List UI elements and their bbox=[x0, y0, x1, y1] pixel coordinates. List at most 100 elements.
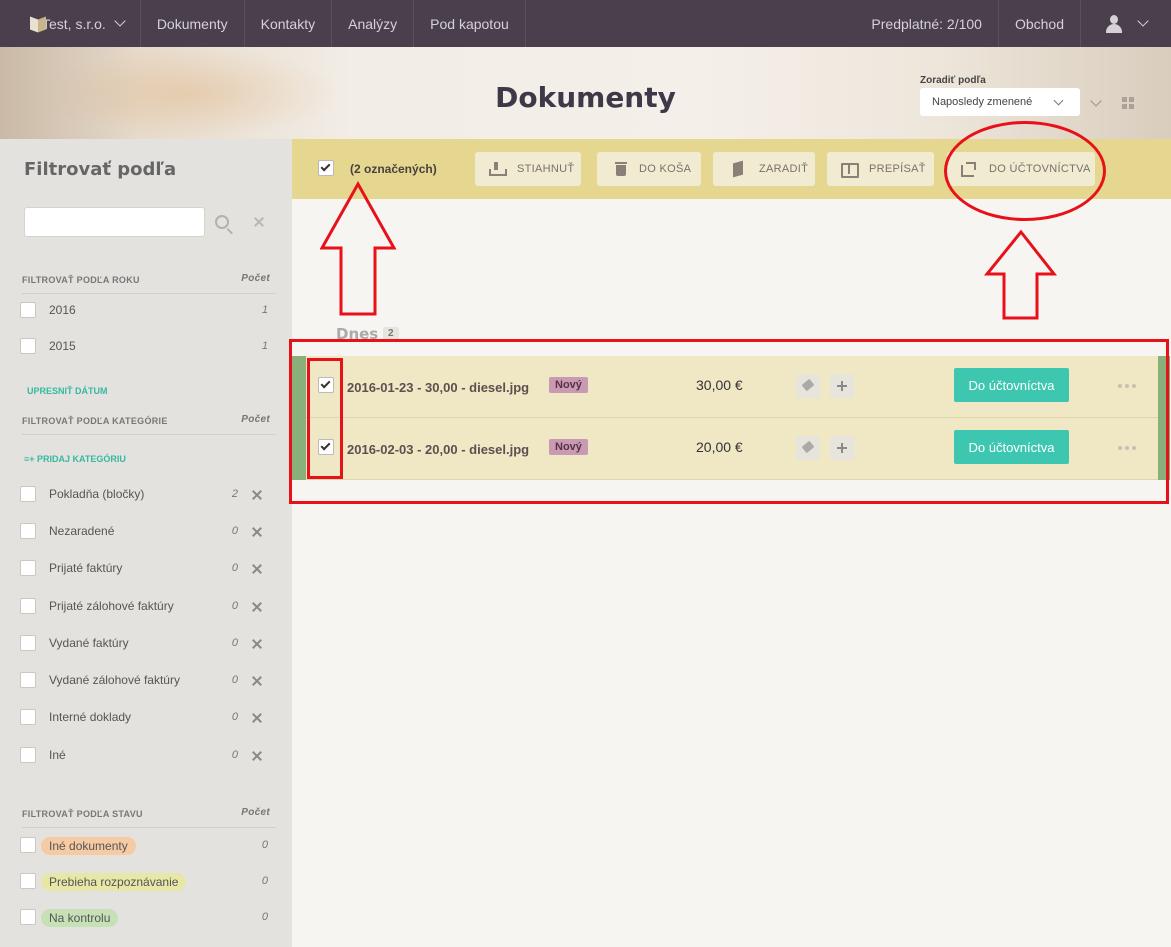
category-label: Nezaradené bbox=[49, 524, 115, 538]
category-label: Iné bbox=[49, 748, 66, 762]
download-button[interactable]: STIAHNUŤ bbox=[475, 152, 581, 186]
remove-category-icon[interactable] bbox=[252, 602, 262, 612]
category-count: 0 bbox=[231, 637, 238, 649]
category-filter-pokladna[interactable]: Pokladňa (bločky) 2 bbox=[20, 486, 270, 506]
category-filter-ine[interactable]: Iné 0 bbox=[20, 747, 270, 767]
select-all-checkbox[interactable] bbox=[318, 160, 334, 176]
checkbox[interactable] bbox=[20, 672, 36, 688]
nav-link-kontakty[interactable]: Kontakty bbox=[245, 0, 333, 47]
year-section-title: FILTROVAŤ PODĽA ROKU bbox=[22, 275, 140, 285]
clear-search-icon[interactable] bbox=[254, 217, 264, 227]
nav-link-obchod[interactable]: Obchod bbox=[997, 0, 1080, 47]
year-filter-2015[interactable]: 2015 1 bbox=[20, 338, 270, 358]
category-label: Interné doklady bbox=[49, 710, 132, 724]
checkbox[interactable] bbox=[20, 523, 36, 539]
category-count: 0 bbox=[231, 749, 238, 761]
checkbox[interactable] bbox=[20, 560, 36, 576]
count-header: Počet bbox=[241, 273, 270, 284]
category-count: 0 bbox=[231, 711, 238, 723]
category-filter-nezaradene[interactable]: Nezaradené 0 bbox=[20, 523, 270, 543]
count-header: Počet bbox=[241, 807, 270, 818]
download-icon bbox=[489, 162, 507, 176]
status-label: Na kontrolu bbox=[41, 909, 119, 927]
status-filter-ine-dokumenty[interactable]: Iné dokumenty 0 bbox=[20, 837, 270, 857]
category-label: Vydané zálohové faktúry bbox=[49, 673, 180, 687]
category-filter-prijate-zalohove[interactable]: Prijaté zálohové faktúry 0 bbox=[20, 598, 270, 618]
year-filter-2016[interactable]: 2016 1 bbox=[20, 302, 270, 322]
category-section-title: FILTROVAŤ PODĽA KATEGÓRIE bbox=[22, 416, 168, 426]
category-count: 0 bbox=[231, 600, 238, 612]
grid-view-icon[interactable] bbox=[1122, 97, 1134, 109]
remove-category-icon[interactable] bbox=[252, 713, 262, 723]
status-count: 0 bbox=[261, 839, 268, 851]
status-count: 0 bbox=[261, 875, 268, 887]
trash-button[interactable]: DO KOŠA bbox=[597, 152, 701, 186]
remove-category-icon[interactable] bbox=[252, 639, 262, 649]
checkbox[interactable] bbox=[20, 873, 36, 889]
nav-link-analyzy[interactable]: Analýzy bbox=[332, 0, 415, 47]
category-filter-vydane-zalohove[interactable]: Vydané zálohové faktúry 0 bbox=[20, 672, 270, 692]
nav-link-pod-kapotou[interactable]: Pod kapotou bbox=[414, 0, 526, 47]
remove-category-icon[interactable] bbox=[252, 490, 262, 500]
chevron-down-icon bbox=[1053, 95, 1064, 106]
annotation-button-ellipse bbox=[944, 121, 1106, 221]
remove-category-icon[interactable] bbox=[252, 564, 262, 574]
remove-category-icon[interactable] bbox=[252, 527, 262, 537]
checkbox[interactable] bbox=[20, 635, 36, 651]
checkbox[interactable] bbox=[20, 837, 36, 853]
annotation-arrow-up-left bbox=[320, 180, 397, 316]
nav-link-dokumenty[interactable]: Dokumenty bbox=[141, 0, 245, 47]
remove-category-icon[interactable] bbox=[252, 676, 262, 686]
year-count: 1 bbox=[261, 304, 268, 316]
search-icon[interactable] bbox=[215, 215, 229, 229]
status-section-header: FILTROVAŤ PODĽA STAVU Počet bbox=[22, 807, 276, 828]
category-label: Pokladňa (bločky) bbox=[49, 487, 145, 501]
check-icon bbox=[320, 161, 331, 172]
status-filter-prebieha[interactable]: Prebieha rozpoznávanie 0 bbox=[20, 873, 270, 893]
company-switcher[interactable]: Test, s.r.o. bbox=[30, 0, 141, 47]
checkbox[interactable] bbox=[20, 338, 36, 354]
year-label: 2015 bbox=[49, 339, 76, 353]
subscription-status[interactable]: Predplatné: 2/100 bbox=[855, 0, 998, 47]
status-filter-na-kontrolu[interactable]: Na kontrolu 0 bbox=[20, 909, 270, 929]
checkbox[interactable] bbox=[20, 709, 36, 725]
book-icon bbox=[841, 162, 859, 178]
classify-button[interactable]: ZARADIŤ bbox=[713, 152, 815, 186]
checkbox[interactable] bbox=[20, 909, 36, 925]
category-filter-prijate-faktury[interactable]: Prijaté faktúry 0 bbox=[20, 560, 270, 580]
checkbox[interactable] bbox=[20, 747, 36, 763]
chevron-down-icon bbox=[1137, 15, 1149, 27]
year-count: 1 bbox=[261, 340, 268, 352]
remove-category-icon[interactable] bbox=[252, 751, 262, 761]
category-label: Prijaté faktúry bbox=[49, 561, 123, 575]
count-header: Počet bbox=[241, 414, 270, 425]
annotation-rows-box bbox=[289, 339, 1169, 504]
status-section-title: FILTROVAŤ PODĽA STAVU bbox=[22, 809, 143, 819]
user-menu[interactable] bbox=[1080, 0, 1171, 47]
folder-icon bbox=[731, 162, 747, 176]
category-label: Prijaté zálohové faktúry bbox=[49, 599, 174, 613]
checkbox[interactable] bbox=[20, 598, 36, 614]
app-logo[interactable] bbox=[0, 0, 46, 47]
checkbox[interactable] bbox=[20, 486, 36, 502]
filter-sidebar: Filtrovať podľa FILTROVAŤ PODĽA ROKU Poč… bbox=[0, 139, 292, 947]
category-count: 0 bbox=[231, 525, 238, 537]
category-count: 2 bbox=[231, 488, 238, 500]
category-label: Vydané faktúry bbox=[49, 636, 129, 650]
sort-select[interactable]: Naposledy zmenené bbox=[920, 88, 1080, 116]
status-label: Iné dokumenty bbox=[41, 837, 136, 855]
annotation-arrow-up-right bbox=[984, 229, 1058, 320]
company-name: Test, s.r.o. bbox=[42, 15, 106, 32]
filter-search-input[interactable] bbox=[24, 207, 205, 237]
transcribe-button[interactable]: PREPÍSAŤ bbox=[827, 152, 934, 186]
category-filter-vydane-faktury[interactable]: Vydané faktúry 0 bbox=[20, 635, 270, 655]
category-filter-interne-doklady[interactable]: Interné doklady 0 bbox=[20, 709, 270, 729]
refine-date-link[interactable]: UPRESNIŤ DÁTUM bbox=[27, 386, 108, 396]
year-section-header: FILTROVAŤ PODĽA ROKU Počet bbox=[22, 273, 276, 294]
classify-label: ZARADIŤ bbox=[759, 163, 809, 175]
add-category-link[interactable]: ≡+ PRIDAJ KATEGÓRIU bbox=[24, 454, 126, 464]
category-count: 0 bbox=[231, 562, 238, 574]
status-label: Prebieha rozpoznávanie bbox=[41, 873, 187, 891]
checkbox[interactable] bbox=[20, 302, 36, 318]
trash-label: DO KOŠA bbox=[639, 163, 692, 175]
